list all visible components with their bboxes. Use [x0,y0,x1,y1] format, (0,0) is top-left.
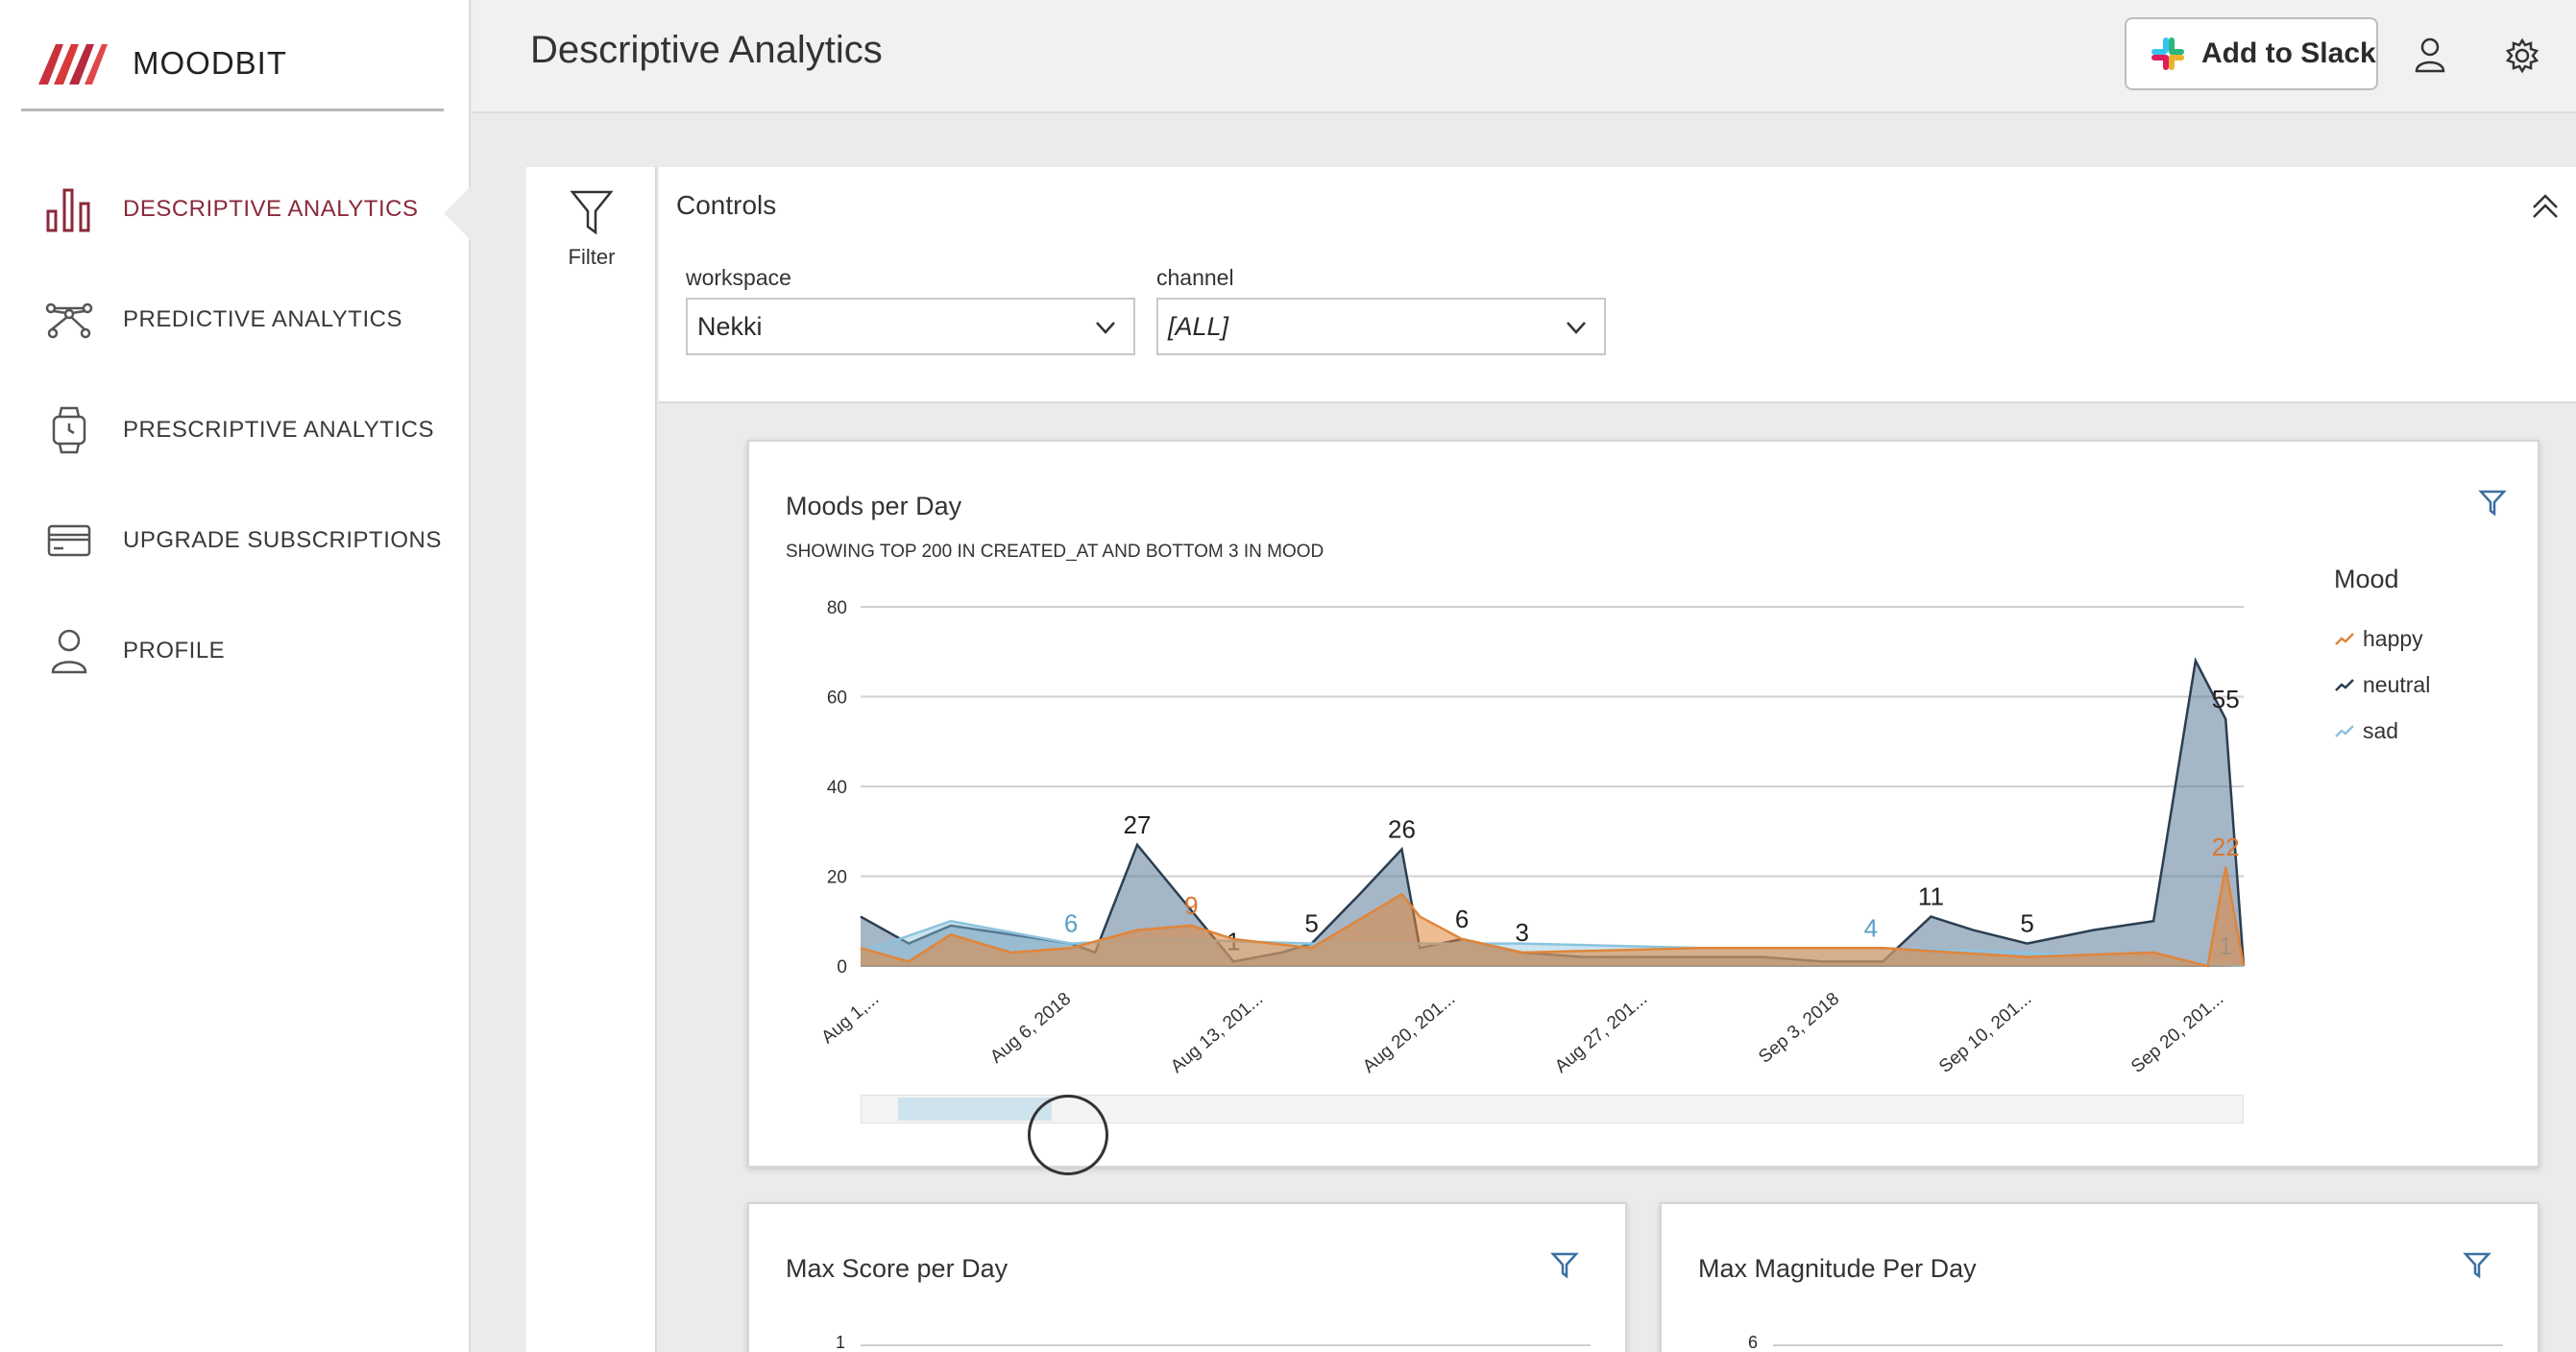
y-tick-label: 1 [836,1333,846,1352]
bar-chart-icon [42,182,96,236]
header: Descriptive Analytics Add to Slack [473,0,2576,113]
watch-icon [42,403,96,457]
y-tick-label: 0 [837,957,847,978]
y-tick-label: 80 [827,598,847,618]
legend-item-happy[interactable]: happy [2334,616,2430,662]
channel-select[interactable]: [ALL] [1156,298,1606,355]
channel-label: channel [1156,265,1234,290]
legend-item-sad[interactable]: sad [2334,708,2430,754]
max-magnitude-card: Max Magnitude Per Day 6 [1660,1202,2540,1352]
brand-name: MOODBIT [133,44,287,81]
data-label: 55 [2212,685,2240,713]
x-tick-label: Sep 10, 201... [1935,989,2035,1077]
chevron-down-icon [1567,322,1586,334]
x-tick-label: Aug 1,... [817,989,883,1049]
sidebar-item-label: PROFILE [123,637,226,664]
sidebar-item-label: DESCRIPTIVE ANALYTICS [123,195,419,222]
slack-icon [2151,37,2184,70]
gear-icon[interactable] [2501,35,2543,77]
x-tick-label: Sep 20, 201... [2127,989,2227,1077]
filter-label: Filter [568,245,616,269]
gridline [1773,1344,2503,1346]
network-icon [42,293,96,347]
data-label: 6 [1064,909,1078,938]
filter-icon [570,190,614,235]
filter-strip: Filter [526,167,657,1352]
y-tick-label: 40 [827,778,847,798]
trend-icon [2335,725,2354,737]
moods-per-day-card: Moods per Day SHOWING TOP 200 IN CREATED… [747,440,2540,1168]
filter-button[interactable]: Filter [526,188,657,294]
channel-value: [ALL] [1168,311,1229,341]
card-filter-icon[interactable] [2478,488,2507,517]
moods-chart: 0 20 40 60 80 Aug 1,... Aug 6, 2018 Aug 13, 201… [817,598,2246,1077]
trend-icon [2335,679,2354,691]
chart-range-thumb[interactable] [898,1098,1052,1121]
data-label: 5 [1304,909,1318,938]
card-title: Max Score per Day [786,1254,1009,1283]
sidebar-item-upgrade-subscriptions[interactable]: UPGRADE SUBSCRIPTIONS [0,485,471,595]
data-label: 26 [1388,814,1416,843]
data-label: 6 [1455,905,1469,933]
x-tick-label: Sep 3, 2018 [1755,989,1843,1068]
sidebar-item-label: UPGRADE SUBSCRIPTIONS [123,526,442,553]
sidebar-item-profile[interactable]: PROFILE [0,595,471,706]
sidebar-nav: DESCRIPTIVE ANALYTICS PREDICTIVE ANALYTI… [0,154,473,706]
brand[interactable]: MOODBIT [21,17,444,111]
x-tick-label: Aug 6, 2018 [986,989,1075,1068]
mouse-cursor-highlight [1028,1095,1108,1175]
data-label: 5 [2020,909,2033,938]
workspace-value: Nekki [697,311,763,341]
chevron-down-icon [1096,322,1115,334]
trend-icon [2335,633,2354,645]
add-to-slack-label: Add to Slack [2201,37,2376,69]
chart-legend: Mood happy neutral sad [2334,565,2430,754]
max-score-card: Max Score per Day 1 [747,1202,1627,1352]
workspace-select[interactable]: Nekki [686,298,1135,355]
user-icon [42,624,96,678]
x-tick-label: Aug 13, 201... [1167,989,1267,1077]
add-to-slack-button[interactable]: Add to Slack [2125,17,2378,90]
controls-title: Controls [676,190,777,220]
data-label: 27 [1124,810,1152,839]
data-label: 4 [1864,913,1878,942]
credit-card-icon [42,514,96,567]
controls-panel: Controls workspace Nekki channel [ALL] [659,167,2576,403]
legend-item-neutral[interactable]: neutral [2334,662,2430,708]
legend-label: happy [2363,625,2423,651]
active-pointer [444,184,473,242]
legend-title: Mood [2334,565,2399,593]
card-title: Max Magnitude Per Day [1698,1254,1977,1283]
sidebar: MOODBIT DESCRIPTIVE ANALYTICS PREDICTIVE… [0,0,473,1352]
sidebar-item-prescriptive-analytics[interactable]: PRESCRIPTIVE ANALYTICS [0,374,471,485]
legend-label: sad [2363,717,2399,743]
page-title: Descriptive Analytics [530,29,883,71]
card-filter-icon[interactable] [2463,1250,2491,1279]
sidebar-item-descriptive-analytics[interactable]: DESCRIPTIVE ANALYTICS [0,154,473,264]
gridline [861,1344,1591,1346]
data-label: 22 [2212,833,2240,861]
data-label: 11 [1918,882,1944,911]
sidebar-item-label: PREDICTIVE ANALYTICS [123,305,402,332]
card-filter-icon[interactable] [1550,1250,1579,1279]
y-tick-label: 6 [1748,1333,1759,1352]
y-tick-label: 20 [827,868,847,888]
data-label: 9 [1184,891,1198,920]
x-tick-label: Aug 20, 201... [1359,989,1459,1077]
chevron-up-icon[interactable] [2526,188,2564,227]
sidebar-item-label: PRESCRIPTIVE ANALYTICS [123,416,434,443]
moodbit-logo [38,43,108,84]
y-tick-label: 60 [827,688,847,709]
workspace-label: workspace [686,265,791,290]
user-icon[interactable] [2409,35,2451,77]
legend-label: neutral [2363,671,2431,697]
sidebar-item-predictive-analytics[interactable]: PREDICTIVE ANALYTICS [0,264,471,374]
x-tick-label: Aug 27, 201... [1551,989,1651,1077]
